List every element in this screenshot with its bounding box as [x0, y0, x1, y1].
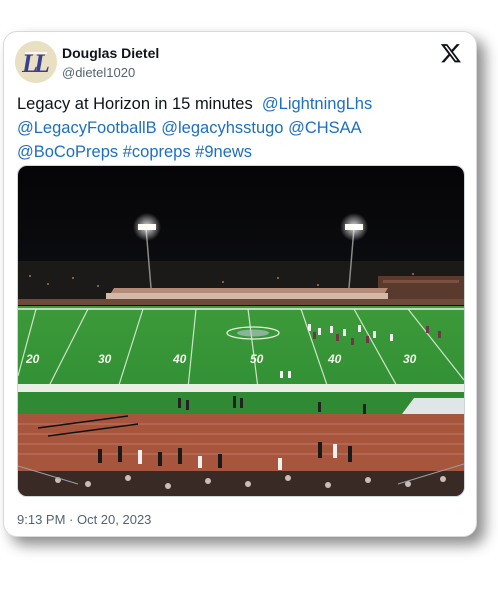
yard-number: 50	[250, 352, 264, 366]
author-handle[interactable]: @dietel1020	[62, 65, 135, 80]
avatar[interactable]: L L	[15, 41, 57, 83]
yard-number: 30	[98, 352, 112, 366]
yard-number: 40	[327, 352, 342, 366]
mention-link[interactable]: @LightningLhs	[262, 95, 372, 113]
tweet-photo[interactable]: 20 30 40 50 40 30	[17, 165, 465, 497]
tweet-body: Legacy at Horizon in 15 minutes	[17, 95, 253, 113]
yard-number: 40	[172, 352, 187, 366]
tweet-card: L L Douglas Dietel @dietel1020 Legacy at…	[3, 31, 477, 537]
yard-number: 30	[403, 352, 417, 366]
avatar-logo-icon: L L	[15, 41, 57, 83]
author-name[interactable]: Douglas Dietel	[62, 45, 159, 61]
tweet-text: Legacy at Horizon in 15 minutes @Lightni…	[17, 92, 467, 164]
x-logo-icon[interactable]	[440, 42, 462, 64]
mention-hashtag-links[interactable]: @BoCoPreps #copreps #9news	[17, 143, 252, 161]
stadium-photo: 20 30 40 50 40 30	[18, 166, 464, 496]
mention-links[interactable]: @LegacyFootballB @legacyhsstugo @CHSAA	[17, 119, 362, 137]
yard-number: 20	[25, 352, 40, 366]
tweet-timestamp[interactable]: 9:13 PM · Oct 20, 2023	[17, 512, 151, 527]
